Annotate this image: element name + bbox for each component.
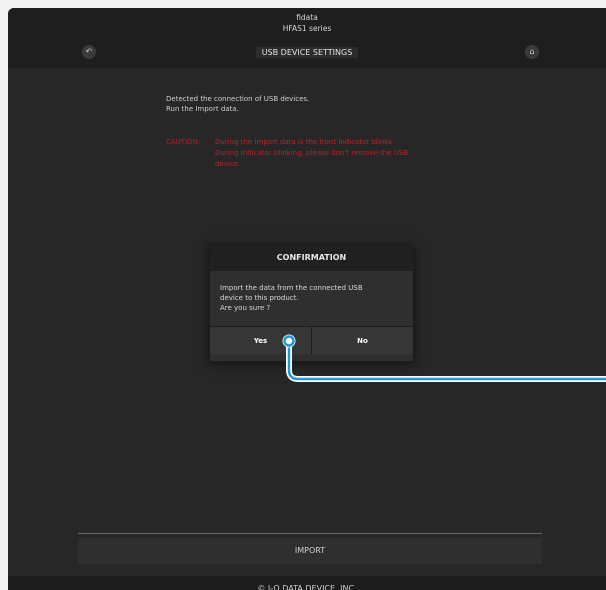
divider xyxy=(78,533,542,534)
brand-name: fidata xyxy=(296,13,318,22)
confirmation-dialog: CONFIRMATION Import the data from the co… xyxy=(209,244,414,362)
caution-line: device. xyxy=(215,160,241,168)
detected-message: Detected the connection of USB devices. xyxy=(166,95,310,103)
dialog-message-line: Import the data from the connected USB xyxy=(220,284,363,292)
caution-text: During the Import data is the front Indi… xyxy=(215,137,455,170)
no-button[interactable]: No xyxy=(312,326,413,354)
dialog-title: CONFIRMATION xyxy=(210,245,413,271)
yes-button[interactable]: Yes xyxy=(210,326,312,354)
footer-copyright: © I-O DATA DEVICE, INC. xyxy=(8,576,606,590)
import-button[interactable]: IMPORT xyxy=(78,538,542,564)
home-button[interactable]: ⌂ xyxy=(525,45,539,59)
caution-label: CAUTION: xyxy=(166,138,201,146)
dialog-message: Import the data from the connected USB d… xyxy=(210,271,413,324)
caution-line: During the Import data is the front Indi… xyxy=(215,138,395,146)
dialog-message-line: device to this product. xyxy=(220,294,299,302)
page-title: USB DEVICE SETTINGS xyxy=(8,47,606,58)
brand-series: HFAS1 series xyxy=(282,24,332,33)
caution-line: During Indicator blinking, please don't … xyxy=(215,149,409,157)
run-import-message: Run the Import data. xyxy=(166,105,239,113)
main-content: Detected the connection of USB devices. … xyxy=(8,68,606,576)
app-window: fidata HFAS1 series ↶ USB DEVICE SETTING… xyxy=(8,8,606,590)
dialog-buttons: Yes No xyxy=(210,326,413,354)
home-icon: ⌂ xyxy=(529,47,535,56)
dialog-message-line: Are you sure ? xyxy=(220,304,271,312)
top-bar: fidata HFAS1 series ↶ USB DEVICE SETTING… xyxy=(8,8,606,68)
